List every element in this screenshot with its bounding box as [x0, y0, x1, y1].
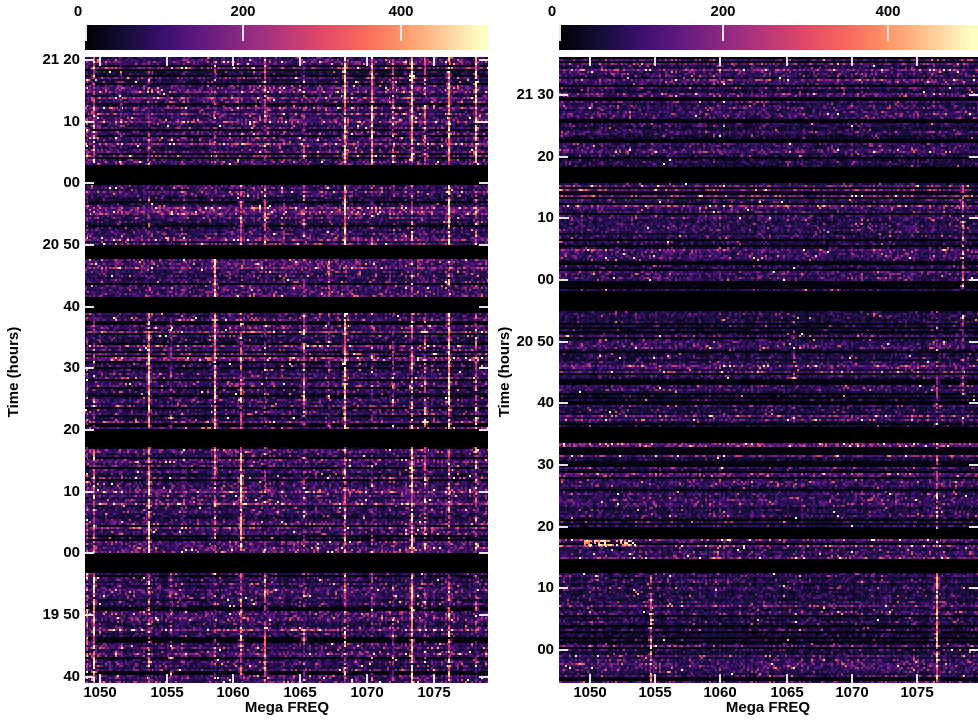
- spectrogram-left: [85, 57, 488, 683]
- colorbar-tick-label: 200: [710, 3, 736, 20]
- x-tick-label: 1050: [573, 684, 607, 701]
- y-tick-label: 00: [63, 544, 80, 561]
- x-tick-label: 1065: [770, 684, 804, 701]
- y-axis-title-right: Time (hours): [496, 326, 513, 418]
- x-tick-label: 1060: [216, 684, 250, 701]
- x-tick-label: 1050: [83, 684, 117, 701]
- colorbar-tick-label: 0: [547, 3, 557, 20]
- y-tick-label: 10: [537, 579, 554, 596]
- y-tick-label: 10: [63, 483, 80, 500]
- y-tick-label: 30: [63, 359, 80, 376]
- colorbar-tick-label: 400: [388, 3, 414, 20]
- y-tick-label: 40: [537, 394, 554, 411]
- y-tick-label: 10: [63, 113, 80, 130]
- x-tick-label: 1075: [417, 684, 451, 701]
- y-tick-label: 40: [63, 298, 80, 315]
- x-tick-label: 1055: [638, 684, 672, 701]
- colorbar-tick-label: 200: [230, 3, 256, 20]
- y-tick-label: 20 50: [42, 236, 80, 253]
- y-tick-label: 20: [63, 421, 80, 438]
- y-tick-label: 00: [63, 174, 80, 191]
- x-tick-label: 1060: [703, 684, 737, 701]
- y-tick-label: 00: [537, 641, 554, 658]
- x-tick-label: 1075: [900, 684, 934, 701]
- colorbar-left: [85, 25, 488, 50]
- y-tick-label: 20: [537, 518, 554, 535]
- y-tick-label: 21 20: [42, 51, 80, 68]
- colorbar-right: [559, 25, 978, 50]
- y-tick-label: 00: [537, 271, 554, 288]
- y-tick-label: 10: [537, 209, 554, 226]
- x-tick-label: 1055: [150, 684, 184, 701]
- colorbar-tick-label: 400: [875, 3, 901, 20]
- x-tick-label: 1070: [350, 684, 384, 701]
- spectrogram-right: [559, 57, 978, 683]
- x-tick-label: 1065: [283, 684, 317, 701]
- y-tick-label: 21 30: [516, 86, 554, 103]
- colorbar-tick-label: 0: [73, 3, 83, 20]
- y-tick-label: 20: [537, 148, 554, 165]
- y-tick-label: 30: [537, 456, 554, 473]
- y-tick-label: 19 50: [42, 606, 80, 623]
- dual-dynamic-spectrum-figure: Time (hours) Mega FREQ Time (hours) Mega…: [0, 0, 978, 720]
- x-tick-label: 1070: [835, 684, 869, 701]
- y-tick-label: 20 50: [516, 333, 554, 350]
